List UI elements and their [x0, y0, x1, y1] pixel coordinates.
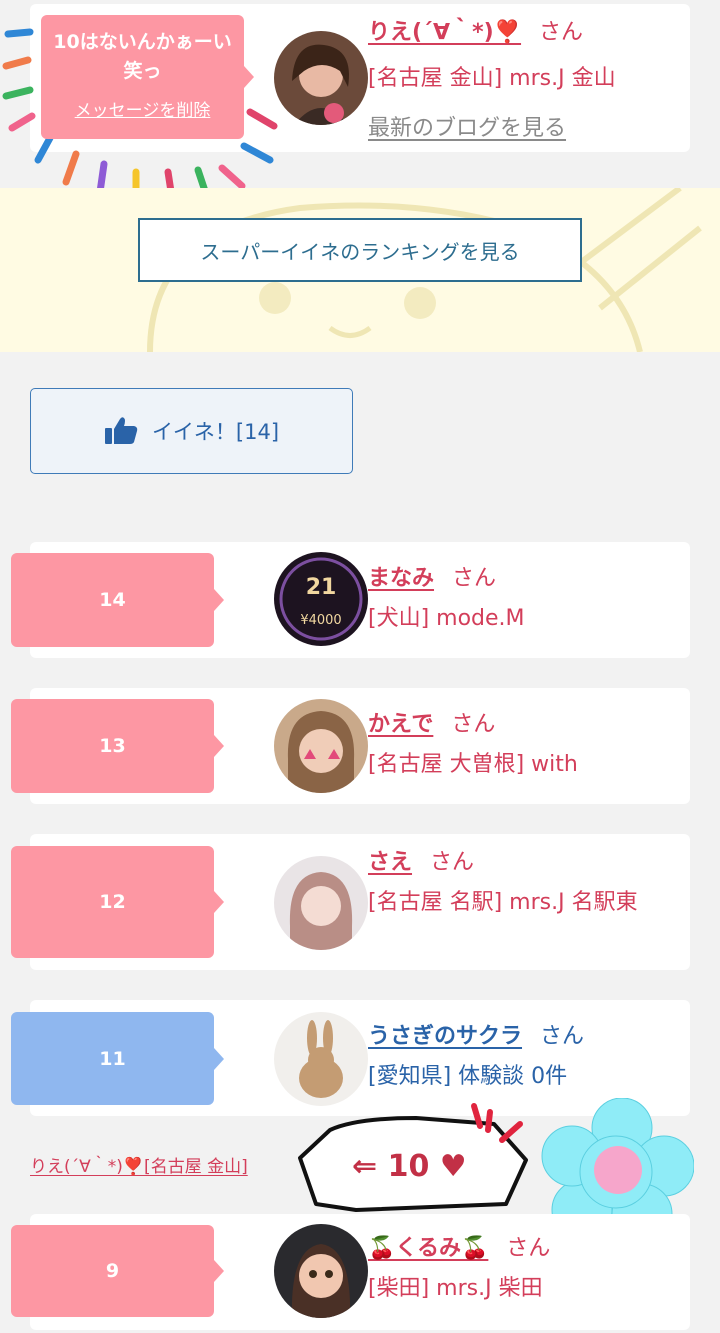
- emphasis-line: [485, 1109, 493, 1133]
- burst-line: [218, 164, 246, 190]
- burst-line: [2, 56, 32, 70]
- burst-line: [8, 112, 36, 132]
- emphasis-line: [499, 1121, 523, 1143]
- rank-number: 12: [99, 891, 126, 913]
- honorific: さん: [506, 1236, 551, 1261]
- svg-text:¥4000: ¥4000: [300, 613, 341, 628]
- burst-line: [4, 28, 34, 38]
- sticker-text: ⇐ 10 ♥: [352, 1149, 467, 1184]
- entry-info: まなみ さん [犬山] mode.M: [368, 560, 704, 638]
- shop-label: [名古屋 名駅] mrs.J 名駅東: [368, 890, 638, 915]
- honorific: さん: [451, 712, 496, 737]
- rank-number-bubble: 9: [11, 1225, 224, 1317]
- burst-line: [240, 142, 274, 164]
- entry-info: 🍒くるみ🍒 さん [柴田] mrs.J 柴田: [368, 1230, 704, 1308]
- entry-info: さえ さん [名古屋 名駅] mrs.J 名駅東: [368, 844, 704, 922]
- shop-label: [犬山] mode.M: [368, 606, 525, 631]
- delete-message-link[interactable]: メッセージを削除: [75, 96, 211, 121]
- rank-number: 9: [105, 1260, 120, 1282]
- svg-text:21: 21: [306, 575, 337, 600]
- message-bubble: 10はないんかぁーい笑っ メッセージを削除: [41, 15, 254, 139]
- honorific: さん: [430, 850, 475, 875]
- honorific: さん: [539, 20, 584, 45]
- iine-button[interactable]: イイネ！[14]: [30, 388, 353, 474]
- avatar[interactable]: [274, 1224, 368, 1318]
- shop-label: [柴田] mrs.J 柴田: [368, 1276, 543, 1301]
- iine-button-label: イイネ！[14]: [151, 420, 280, 444]
- top-entry-info: りえ(´∀｀*)❣️ さん [名古屋 金山] mrs.J 金山 最新のブログを見…: [368, 14, 704, 148]
- shop-label: [名古屋 金山] mrs.J 金山: [368, 66, 616, 91]
- rank-number: 11: [99, 1047, 126, 1070]
- profile-name-link[interactable]: かえで: [368, 706, 433, 744]
- thumbs-up-icon: [104, 416, 138, 446]
- honorific: さん: [540, 1024, 585, 1049]
- profile-name-link[interactable]: さえ: [368, 844, 412, 882]
- rank-number-bubble: 14: [11, 553, 224, 647]
- entry-info: うさぎのサクラ さん [愛知県] 体験談 0件: [368, 1018, 704, 1096]
- shop-label: [名古屋 大曽根] with: [368, 752, 578, 777]
- entry-info: かえで さん [名古屋 大曽根] with: [368, 706, 704, 784]
- super-iine-ranking-button[interactable]: スーパーイイネのランキングを見る: [138, 218, 582, 282]
- rank-number: 14: [99, 589, 126, 611]
- burst-line: [34, 134, 54, 164]
- avatar[interactable]: [274, 699, 368, 793]
- profile-name-link[interactable]: りえ(´∀｀*)❣️: [368, 14, 521, 52]
- burst-line: [246, 108, 278, 130]
- latest-blog-link[interactable]: 最新のブログを見る: [368, 116, 566, 141]
- avatar[interactable]: 21 ¥4000: [274, 552, 368, 646]
- profile-name-link[interactable]: まなみ: [368, 560, 434, 598]
- rank-number-bubble: 12: [11, 846, 224, 958]
- message-text: 10はないんかぁーい笑っ: [53, 30, 232, 82]
- profile-name-link[interactable]: 🍒くるみ🍒: [368, 1230, 488, 1268]
- avatar[interactable]: [274, 31, 368, 125]
- message-sender-link[interactable]: りえ(´∀｀*)❣️[名古屋 金山]: [30, 1152, 248, 1177]
- rank-number: 13: [99, 735, 126, 757]
- burst-line: [2, 86, 34, 100]
- rank-number-bubble: 13: [11, 699, 224, 793]
- rank-number-bubble: 11: [11, 1012, 224, 1105]
- blog-link-row: 最新のブログを見る: [368, 110, 704, 148]
- honorific: さん: [452, 566, 497, 591]
- profile-name-link[interactable]: うさぎのサクラ: [368, 1018, 522, 1056]
- avatar[interactable]: [274, 1012, 368, 1106]
- shop-label: [愛知県] 体験談 0件: [368, 1064, 568, 1089]
- burst-line: [62, 150, 80, 186]
- avatar[interactable]: [274, 856, 368, 950]
